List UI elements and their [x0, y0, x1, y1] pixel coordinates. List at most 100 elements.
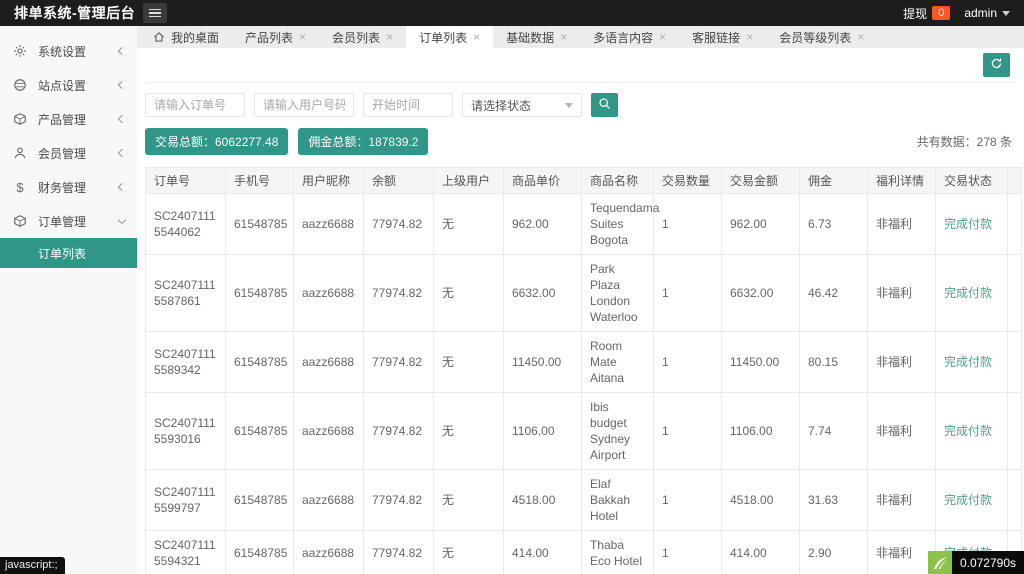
cell-10: 非福利	[867, 331, 936, 393]
tab-member-list[interactable]: 会员列表 ×	[319, 26, 406, 48]
topbar-right: 提现 0 admin	[903, 5, 1024, 22]
debug-time: 0.072790s	[951, 551, 1024, 574]
chevron-left-icon	[117, 46, 127, 56]
close-icon[interactable]: ×	[560, 31, 567, 43]
close-icon[interactable]: ×	[473, 31, 480, 43]
table-row: SC24071115594321 61548785 aazz6688 77974.82…	[145, 530, 1022, 574]
app-title: 排单系统-管理后台	[14, 5, 136, 21]
record-count: 共有数据：278 条	[916, 135, 1012, 149]
close-icon[interactable]: ×	[746, 31, 753, 43]
cell-2: aazz6688	[293, 254, 364, 332]
column-header: 福利详情	[867, 167, 936, 194]
sidebar-item-product-management[interactable]: 产品管理	[0, 102, 137, 136]
sidebar-item-member-management[interactable]: 会员管理	[0, 136, 137, 170]
table-header-row: 订单号 手机号 用户昵称 余额 上级用户 商品单价 商品名称 交易数量 交易金额 佣金 福利详情 交易…	[145, 167, 1022, 194]
cell-4: 无	[433, 530, 504, 574]
close-icon[interactable]: ×	[386, 31, 393, 43]
dollar-icon: $	[16, 179, 24, 195]
cell-1: 61548785	[225, 193, 294, 255]
cell-8: 414.00	[721, 530, 800, 574]
cell-1: 61548785	[225, 254, 294, 332]
withdraw-menu[interactable]: 提现 0	[903, 5, 951, 22]
start-time-input[interactable]	[363, 93, 453, 117]
home-icon	[153, 31, 165, 43]
cell-2: aazz6688	[293, 469, 364, 531]
user-menu[interactable]: admin	[964, 6, 1010, 20]
column-header: 商品名称	[581, 167, 654, 194]
cell-7: 1	[653, 254, 722, 332]
sidebar-item-label: 财务管理	[38, 180, 87, 195]
tab-label: 客服链接	[692, 30, 741, 45]
tab-product-list[interactable]: 产品列表 ×	[232, 26, 319, 48]
cell-3: 77974.82	[363, 392, 434, 470]
cell-0: SC24071115544062	[145, 193, 226, 255]
cell-5: 6632.00	[503, 254, 582, 332]
sidebar-item-label: 订单管理	[38, 214, 87, 229]
cell-1: 61548785	[225, 331, 294, 393]
chevron-down-icon	[565, 102, 573, 108]
sidebar-item-system-settings[interactable]: 系统设置	[0, 34, 137, 68]
filter-bar: 请选择状态	[145, 93, 1016, 117]
search-button[interactable]	[591, 93, 618, 117]
tab-order-list[interactable]: 订单列表 ×	[406, 26, 494, 48]
user-no-input[interactable]	[254, 93, 354, 117]
chevron-left-icon	[117, 182, 127, 192]
cell-7: 1	[653, 193, 722, 255]
table-row: SC24071115544062 61548785 aazz6688 77974.82…	[145, 193, 1022, 255]
gear-icon	[12, 43, 28, 59]
cell-11: 完成付款	[935, 392, 1008, 470]
tab-member-level-list[interactable]: 会员等级列表 ×	[766, 26, 877, 48]
cell-3: 77974.82	[363, 469, 434, 531]
tab-multilang-content[interactable]: 多语言内容 ×	[580, 26, 679, 48]
column-header: 余额	[363, 167, 434, 194]
globe-icon	[12, 77, 28, 93]
order-no-input[interactable]	[145, 93, 245, 117]
sidebar-toggle-button[interactable]	[143, 3, 167, 23]
status-select-value: 请选择状态	[471, 98, 532, 113]
tab-label: 基础数据	[506, 30, 555, 45]
cell-5: 11450.00	[503, 331, 582, 393]
tab-my-desktop[interactable]: 我的桌面	[140, 26, 232, 48]
tab-label: 我的桌面	[171, 30, 220, 45]
hamburger-icon	[149, 7, 161, 20]
sidebar-item-order-list[interactable]: 订单列表	[0, 238, 137, 268]
column-header: 交易金额	[721, 167, 800, 194]
chevron-left-icon	[117, 148, 127, 158]
cell-3: 77974.82	[363, 530, 434, 574]
sidebar-item-label: 会员管理	[38, 146, 87, 161]
stats-bar: 交易总额：6062277.48 佣金总额：187839.2 共有数据：278 条	[145, 128, 1016, 155]
sidebar-item-label: 系统设置	[38, 44, 87, 59]
sidebar-item-site-settings[interactable]: 站点设置	[0, 68, 137, 102]
thinkphp-logo-icon[interactable]	[927, 551, 952, 574]
cell-0: SC24071115593016	[145, 392, 226, 470]
tab-service-link[interactable]: 客服链接 ×	[679, 26, 766, 48]
cube-icon	[12, 213, 28, 229]
user-icon	[12, 145, 28, 161]
sidebar-item-label: 站点设置	[38, 78, 87, 93]
tab-label: 会员列表	[332, 30, 381, 45]
sidebar-item-finance-management[interactable]: $ 财务管理	[0, 170, 137, 204]
table-row: SC24071115587861 61548785 aazz6688 77974.82…	[145, 254, 1022, 332]
cell-7: 1	[653, 469, 722, 531]
chevron-left-icon	[117, 80, 127, 90]
cell-2: aazz6688	[293, 193, 364, 255]
cell-6: Thaba Eco Hotel	[581, 530, 654, 574]
close-icon[interactable]: ×	[299, 31, 306, 43]
status-select[interactable]: 请选择状态	[462, 93, 582, 117]
commission-total-badge: 佣金总额：187839.2	[298, 128, 429, 155]
cell-11: 完成付款	[935, 331, 1008, 393]
order-list-panel: 请选择状态 交易总额：6062277.48 佣金总额：187839.2 共有数据…	[137, 48, 1024, 574]
tab-label: 多语言内容	[593, 30, 654, 45]
close-icon[interactable]: ×	[857, 31, 864, 43]
sidebar-item-order-management[interactable]: 订单管理	[0, 204, 137, 238]
cell-1: 61548785	[225, 392, 294, 470]
column-header: 交易状态	[935, 167, 1008, 194]
sidebar-item-label: 产品管理	[38, 112, 87, 127]
cell-10: 非福利	[867, 193, 936, 255]
chevron-down-icon	[117, 215, 127, 224]
refresh-button[interactable]	[983, 53, 1010, 77]
tab-basic-data[interactable]: 基础数据 ×	[493, 26, 580, 48]
tab-label: 会员等级列表	[779, 30, 852, 45]
column-header: 佣金	[799, 167, 868, 194]
close-icon[interactable]: ×	[659, 31, 666, 43]
